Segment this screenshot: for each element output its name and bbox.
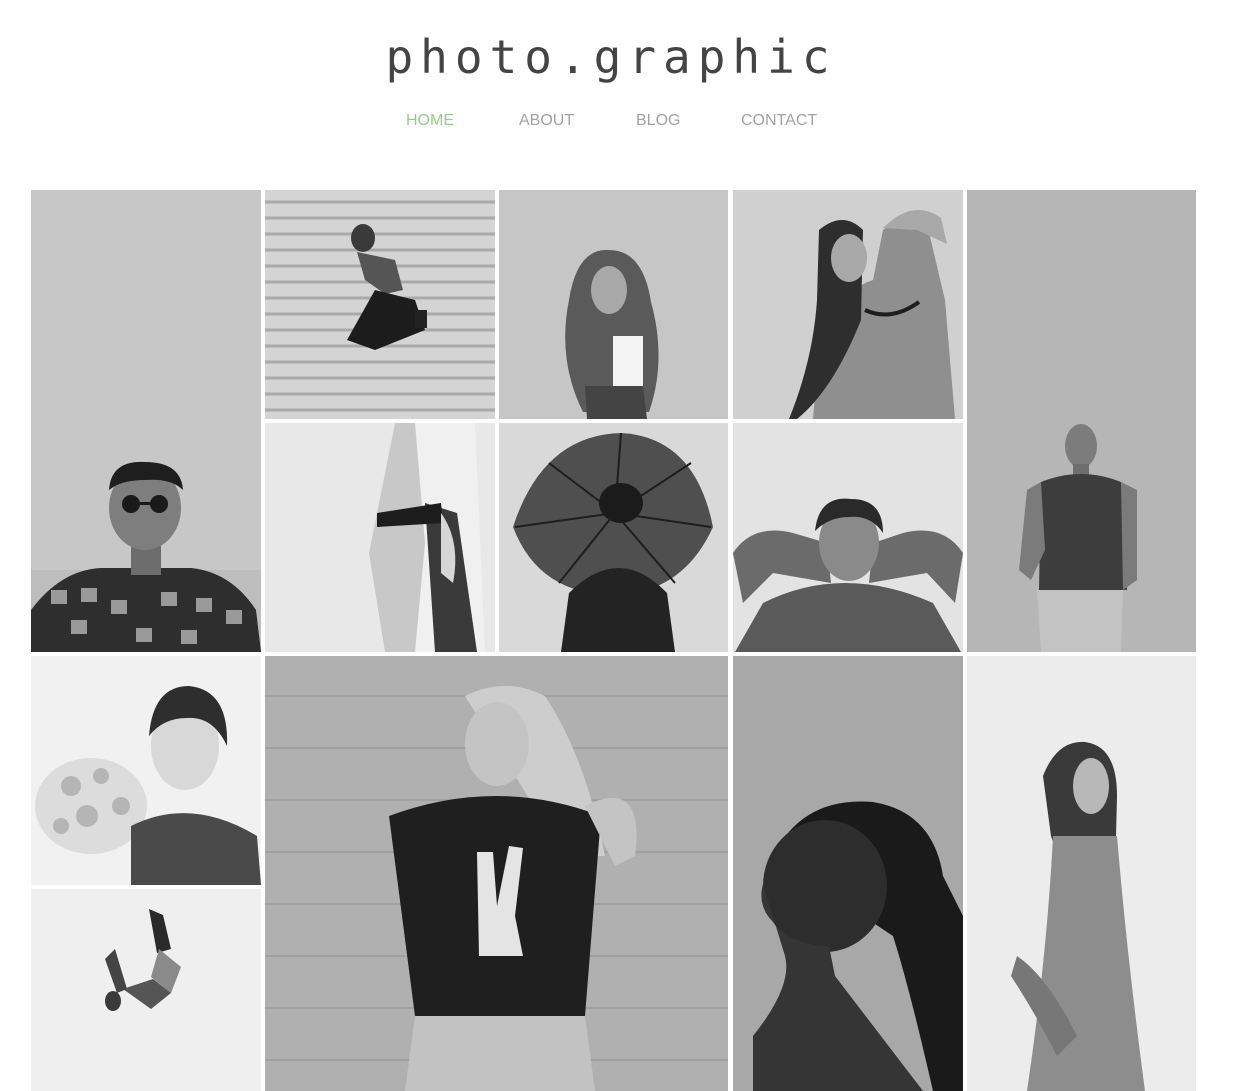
photo-woman-jumping-shutter-icon [265, 190, 495, 419]
gallery-item[interactable] [31, 656, 261, 885]
gallery-item[interactable] [31, 190, 261, 652]
gallery-item[interactable] [265, 656, 728, 1091]
site-logo[interactable]: photo.graphic [0, 30, 1222, 84]
nav-home[interactable]: HOME [406, 112, 454, 130]
gallery-item[interactable] [265, 190, 495, 419]
photo-jumping-figure-icon [31, 889, 261, 1091]
gallery-item[interactable] [733, 190, 963, 419]
photo-woman-ponytail-profile-icon [733, 656, 963, 1091]
nav-about[interactable]: ABOUT [519, 112, 574, 130]
photo-woman-long-dress-icon [967, 656, 1196, 1091]
gallery-item[interactable] [733, 656, 963, 1091]
gallery-item[interactable] [967, 656, 1196, 1091]
photo-woman-curly-hair-icon [499, 190, 728, 419]
photo-man-sunglasses-icon [31, 190, 261, 652]
gallery-item[interactable] [499, 190, 728, 419]
photo-woman-peace-shirt-icon [265, 656, 728, 1091]
site-header: photo.graphic HOME ABOUT BLOG CONTACT [0, 0, 1258, 180]
photo-woman-light-coat-icon [265, 423, 495, 652]
gallery-item[interactable] [499, 423, 728, 652]
nav-contact[interactable]: CONTACT [741, 112, 817, 130]
photo-woman-flowers-icon [31, 656, 261, 885]
photo-man-hands-behind-head-icon [733, 423, 963, 652]
photo-man-polo-wall-icon [967, 190, 1196, 652]
gallery-item[interactable] [967, 190, 1196, 652]
photo-woman-arm-raised-icon [733, 190, 963, 419]
gallery-item[interactable] [733, 423, 963, 652]
photo-woman-umbrella-icon [499, 423, 728, 652]
gallery-item[interactable] [31, 889, 261, 1091]
nav-blog[interactable]: BLOG [636, 112, 680, 130]
main-nav: HOME ABOUT BLOG CONTACT [0, 112, 1258, 136]
gallery-item[interactable] [265, 423, 495, 652]
